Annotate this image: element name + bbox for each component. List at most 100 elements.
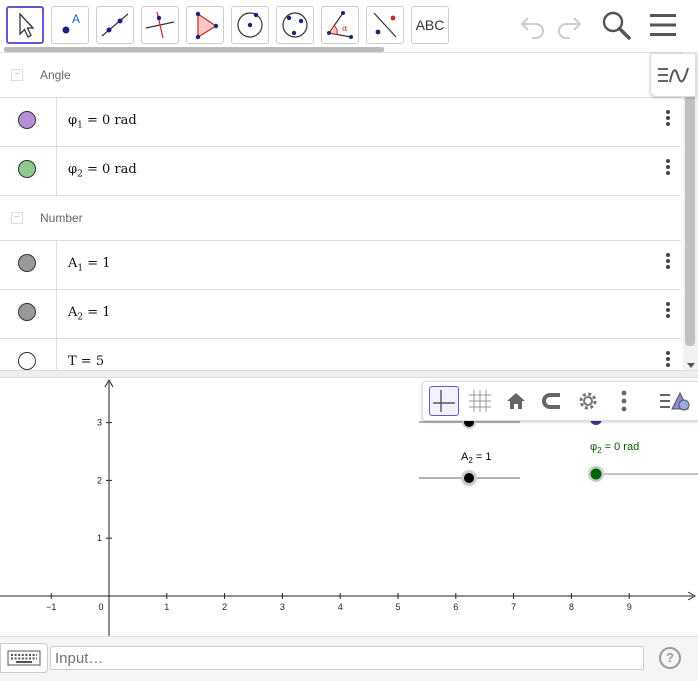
redo-icon xyxy=(558,17,582,39)
x-tick-label: 1 xyxy=(164,602,169,612)
algebra-row-phi1[interactable]: φ1 = 0 rad xyxy=(0,98,681,147)
more-options-icon[interactable] xyxy=(665,159,671,179)
point-icon: A xyxy=(62,12,80,34)
algebra-view-style-toggle[interactable] xyxy=(650,53,696,97)
polygon-tool[interactable] xyxy=(186,6,224,44)
grid-icon xyxy=(469,390,491,412)
visibility-marble[interactable] xyxy=(18,111,36,129)
algebra-row-a1[interactable]: A1 = 1 xyxy=(0,241,681,290)
undo-button[interactable] xyxy=(516,8,550,42)
arrow-cursor-icon xyxy=(19,12,35,38)
text-tool[interactable]: ABC xyxy=(411,6,449,44)
y-tick-label: 1 xyxy=(97,533,102,543)
graphics-view-menu-icon xyxy=(660,391,690,411)
toggle-axes-button[interactable] xyxy=(429,386,459,416)
marble-cell xyxy=(0,241,57,289)
text-tool-label: ABC xyxy=(415,17,445,33)
gear-icon xyxy=(579,392,597,410)
graphics-view-menu-button[interactable] xyxy=(655,386,695,416)
marble-cell xyxy=(0,339,57,371)
marble-cell xyxy=(0,98,57,146)
reflect-icon xyxy=(373,12,397,38)
algebra-formula[interactable]: A2 = 1 xyxy=(68,305,111,323)
more-options-icon[interactable] xyxy=(665,253,671,273)
x-tick-label: 9 xyxy=(627,602,632,612)
algebra-view: − Angle φ1 = 0 rad φ2 = 0 rad − Number A… xyxy=(0,52,698,371)
scrollbar-thumb[interactable] xyxy=(685,66,695,346)
perpendicular-icon xyxy=(145,11,175,39)
collapse-toggle-icon[interactable]: − xyxy=(11,69,23,81)
algebra-formula[interactable]: A1 = 1 xyxy=(68,256,111,274)
x-tick-label: 0 xyxy=(98,602,103,612)
view-splitter[interactable] xyxy=(0,370,698,378)
graphics-more-button[interactable] xyxy=(609,386,639,416)
view-menu-icon xyxy=(658,67,689,83)
point-capturing-button[interactable] xyxy=(537,386,567,416)
point-tool[interactable]: A xyxy=(51,6,89,44)
angle-tool-symbol: α xyxy=(342,24,348,33)
algebra-row-t[interactable]: T = 5 xyxy=(0,339,681,371)
algebra-formula[interactable]: φ2 = 0 rad xyxy=(68,162,137,180)
algebra-formula[interactable]: φ1 = 0 rad xyxy=(68,113,137,131)
slider-label-phi2: φ2 = 0 rad xyxy=(590,441,639,455)
algebra-formula[interactable]: T = 5 xyxy=(68,354,104,371)
more-options-icon[interactable] xyxy=(665,110,671,130)
redo-button[interactable] xyxy=(552,8,586,42)
collapse-toggle-icon[interactable]: − xyxy=(11,212,23,224)
group-label: Number xyxy=(40,211,83,225)
search-icon xyxy=(602,11,631,40)
visibility-marble[interactable] xyxy=(18,352,36,370)
algebra-row-a2[interactable]: A2 = 1 xyxy=(0,290,681,339)
help-icon[interactable]: ? xyxy=(659,647,681,669)
scroll-down-arrow-icon[interactable] xyxy=(687,363,695,368)
line-tool[interactable] xyxy=(96,6,134,44)
angle-icon: α xyxy=(327,11,353,39)
visibility-marble[interactable] xyxy=(18,254,36,272)
search-button[interactable] xyxy=(599,8,633,42)
toolbar: A α ABC xyxy=(0,0,698,52)
x-tick-label: 5 xyxy=(395,602,400,612)
graphics-settings-button[interactable] xyxy=(573,386,603,416)
standard-view-button[interactable] xyxy=(501,386,531,416)
slider-label-a2: A2 = 1 xyxy=(461,451,491,465)
x-tick-label: 2 xyxy=(222,602,227,612)
home-icon xyxy=(507,393,525,409)
x-tick-label: 6 xyxy=(453,602,458,612)
group-header-angle[interactable]: − Angle xyxy=(0,53,681,98)
algebra-scrollbar[interactable] xyxy=(683,52,698,370)
reflect-tool[interactable] xyxy=(366,6,404,44)
toggle-grid-button[interactable] xyxy=(465,386,495,416)
axes-icon xyxy=(433,390,455,412)
undo-icon xyxy=(520,17,544,39)
point-tool-letter: A xyxy=(72,12,80,26)
x-tick-label: 7 xyxy=(511,602,516,612)
algebra-input-field[interactable] xyxy=(50,646,644,670)
move-tool[interactable] xyxy=(6,6,44,44)
algebra-row-phi2[interactable]: φ2 = 0 rad xyxy=(0,147,681,196)
perpendicular-line-tool[interactable] xyxy=(141,6,179,44)
slider-point-a2[interactable] xyxy=(464,473,474,483)
hamburger-menu-icon xyxy=(650,14,676,36)
more-vertical-icon xyxy=(621,390,627,412)
y-tick-label: 2 xyxy=(97,475,102,485)
input-bar: ? xyxy=(0,636,698,681)
group-header-number[interactable]: − Number xyxy=(0,196,681,241)
marble-cell xyxy=(0,290,57,338)
more-options-icon[interactable] xyxy=(665,351,671,371)
circle-center-icon xyxy=(237,12,263,38)
magnet-icon xyxy=(542,393,560,409)
more-options-icon[interactable] xyxy=(665,302,671,322)
line-icon xyxy=(101,13,129,37)
circle-three-points-tool[interactable] xyxy=(276,6,314,44)
visibility-marble[interactable] xyxy=(18,160,36,178)
y-tick-label: 3 xyxy=(97,418,102,428)
keyboard-toggle-button[interactable] xyxy=(0,643,48,673)
slider-point-phi2[interactable] xyxy=(590,468,602,480)
x-tick-label: 3 xyxy=(280,602,285,612)
angle-tool[interactable]: α xyxy=(321,6,359,44)
circle-center-point-tool[interactable] xyxy=(231,6,269,44)
x-tick-label: 4 xyxy=(338,602,343,612)
visibility-marble[interactable] xyxy=(18,303,36,321)
main-menu-button[interactable] xyxy=(646,8,680,42)
polygon-icon xyxy=(195,11,219,40)
